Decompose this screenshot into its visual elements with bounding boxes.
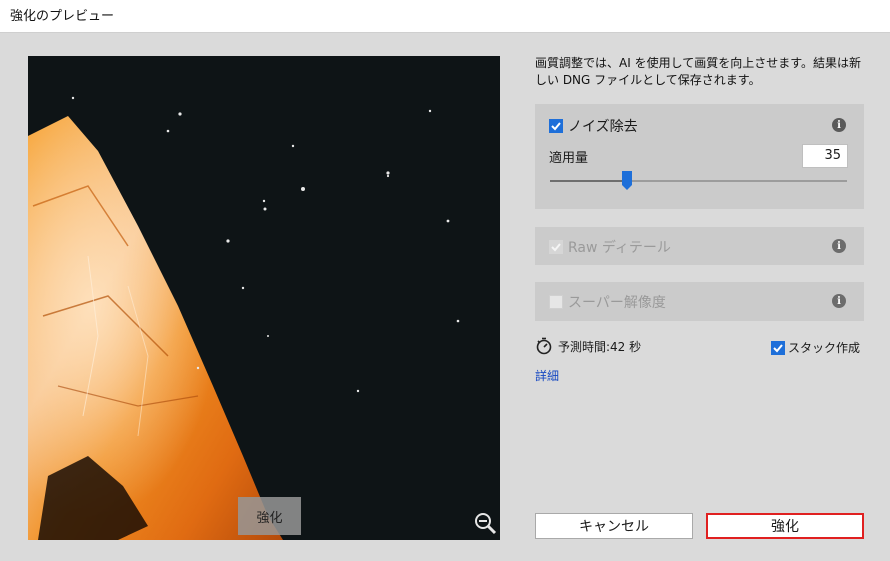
info-icon[interactable]: i xyxy=(832,239,846,253)
preview-photo xyxy=(28,56,500,540)
stopwatch-icon xyxy=(536,337,552,355)
stack-checkbox[interactable] xyxy=(771,340,785,355)
amount-input[interactable]: 35 xyxy=(802,144,848,168)
info-icon[interactable]: i xyxy=(832,294,846,308)
amount-slider[interactable] xyxy=(550,171,847,190)
enhance-button[interactable]: 強化 xyxy=(706,513,864,539)
super-resolution-checkbox[interactable] xyxy=(549,295,563,309)
amount-label: 適用量 xyxy=(549,151,589,166)
cancel-button[interactable]: キャンセル xyxy=(535,513,693,539)
estimated-time: 予測時間:42 秒 xyxy=(535,337,641,355)
slider-fill xyxy=(550,180,627,182)
stack-option: スタック作成 xyxy=(771,339,860,356)
noise-reduction-checkbox[interactable] xyxy=(549,119,563,133)
details-link[interactable]: 詳細 xyxy=(535,367,559,384)
zoom-out-icon[interactable] xyxy=(473,511,499,537)
slider-thumb[interactable] xyxy=(622,171,632,190)
stack-label: スタック作成 xyxy=(788,341,861,355)
super-resolution-label: スーパー解像度 xyxy=(568,295,666,311)
window-title: 強化のプレビュー xyxy=(0,0,890,33)
raw-details-checkbox[interactable] xyxy=(549,240,563,254)
image-preview[interactable]: 強化 xyxy=(28,56,500,540)
checkmark-icon xyxy=(551,122,561,131)
estimated-time-text: 予測時間:42 秒 xyxy=(558,339,642,354)
noise-reduction-panel: ノイズ除去 i 適用量 35 xyxy=(535,104,864,209)
info-icon[interactable]: i xyxy=(832,118,846,132)
preview-toggle-button[interactable]: 強化 xyxy=(238,497,301,535)
raw-details-panel: Raw ディテール i xyxy=(535,227,864,265)
checkmark-icon xyxy=(551,243,561,252)
noise-reduction-label: ノイズ除去 xyxy=(568,119,638,135)
super-resolution-panel: スーパー解像度 i xyxy=(535,282,864,321)
checkmark-icon xyxy=(773,343,783,352)
description-text: 画質調整では、AI を使用して画質を向上させます。結果は新しい DNG ファイル… xyxy=(535,56,862,87)
raw-details-label: Raw ディテール xyxy=(568,240,671,256)
